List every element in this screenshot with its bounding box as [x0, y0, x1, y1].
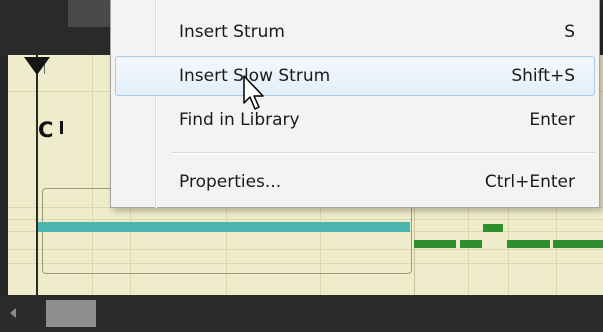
menu-item-properties[interactable]: Properties... Ctrl+Enter [115, 164, 595, 200]
green-note[interactable] [507, 240, 550, 248]
menu-item-shortcut: S [564, 22, 575, 42]
scroll-thumb[interactable] [46, 300, 96, 327]
menu-item-label: Insert Strum [179, 22, 285, 42]
menu-item-shortcut: Ctrl+Enter [484, 172, 575, 192]
playhead-marker-icon[interactable] [24, 57, 50, 75]
green-note[interactable] [414, 240, 456, 248]
menu-separator [171, 152, 595, 154]
menu-item-shortcut: Shift+S [511, 66, 575, 86]
menu-item-find-in-library[interactable]: Find in Library Enter [115, 102, 595, 138]
mouse-pointer-icon [243, 75, 264, 110]
green-note[interactable] [553, 240, 603, 248]
green-note[interactable] [460, 240, 482, 248]
chord-symbol[interactable]: C [38, 118, 53, 142]
scroll-left-arrow-icon[interactable] [10, 308, 16, 318]
menu-item-label: Properties... [179, 172, 282, 192]
green-note[interactable] [483, 224, 503, 232]
menu-item-shortcut: Enter [529, 110, 575, 130]
playhead-line [36, 55, 38, 295]
menu-item-insert-strum[interactable]: Insert Strum S [115, 14, 595, 50]
menu-item-label: Find in Library [179, 110, 300, 130]
menu-item-insert-slow-strum[interactable]: Insert Slow Strum Shift+S [115, 56, 595, 96]
chord-position-marker [60, 121, 63, 134]
context-menu: Insert Strum S Insert Slow Strum Shift+S… [110, 0, 600, 208]
teal-track-bar[interactable] [38, 222, 410, 232]
